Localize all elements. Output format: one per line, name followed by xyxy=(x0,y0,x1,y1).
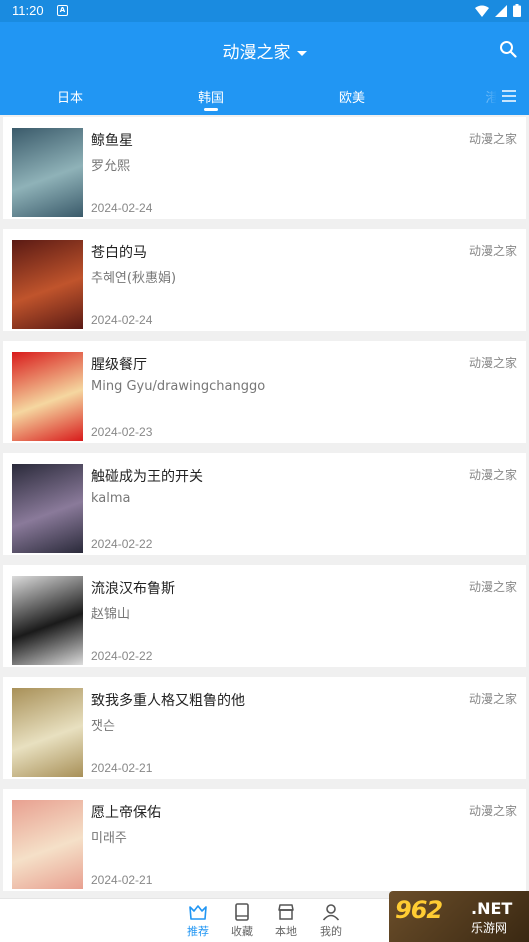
comic-author: 赵锦山 xyxy=(91,607,131,622)
source-selector[interactable]: 动漫之家 xyxy=(0,38,529,63)
comic-date: 2024-02-21 xyxy=(91,873,153,887)
watermark-sub: 乐游网 xyxy=(471,921,508,935)
wifi-icon xyxy=(475,5,489,17)
comic-title: 致我多重人格又粗鲁的他 xyxy=(91,693,245,709)
app-title: 动漫之家 xyxy=(222,43,291,63)
comic-item[interactable]: 腥级餐厅 Ming Gyu/drawingchanggo 2024-02-23 … xyxy=(3,341,526,443)
comic-cover xyxy=(12,128,83,217)
comic-cover xyxy=(12,352,83,441)
crown-icon xyxy=(189,905,207,920)
comic-author: kalma xyxy=(91,491,131,506)
tab-indicator xyxy=(204,108,218,111)
nav-recommend[interactable]: 推荐 xyxy=(176,902,220,939)
comic-title: 愿上帝保佑 xyxy=(91,805,161,821)
watermark: 962 .NET 乐游网 xyxy=(389,891,529,942)
person-icon xyxy=(322,904,340,921)
comic-item[interactable]: 流浪汉布鲁斯 赵锦山 2024-02-22 动漫之家 xyxy=(3,565,526,667)
comic-source: 动漫之家 xyxy=(468,692,517,706)
comic-source: 动漫之家 xyxy=(468,244,517,258)
nav-label: 本地 xyxy=(275,925,297,938)
comic-date: 2024-02-21 xyxy=(91,761,153,775)
comic-cover xyxy=(12,576,83,665)
comic-title: 腥级餐厅 xyxy=(91,357,147,373)
caret-down-icon xyxy=(296,50,307,56)
status-bar: 11:20 A xyxy=(0,0,529,22)
comic-author: 추혜연(秋惠娟) xyxy=(91,271,177,286)
comic-source: 动漫之家 xyxy=(468,132,517,146)
comic-item[interactable]: 苍白的马 추혜연(秋惠娟) 2024-02-24 动漫之家 xyxy=(3,229,526,331)
status-time: 11:20 xyxy=(12,3,44,18)
nav-local[interactable]: 本地 xyxy=(264,902,308,939)
comic-cover xyxy=(12,240,83,329)
category-tabs: 日本 韩国 欧美 港 xyxy=(0,82,529,115)
search-icon[interactable] xyxy=(499,40,517,58)
comic-cover xyxy=(12,688,83,777)
tab-europe-america[interactable]: 欧美 xyxy=(339,87,365,106)
book-icon xyxy=(235,903,249,921)
comic-title: 鲸鱼星 xyxy=(91,133,133,149)
watermark-logo: 962 xyxy=(395,896,443,924)
nav-label: 我的 xyxy=(320,925,342,938)
watermark-net: .NET xyxy=(471,899,513,918)
comic-source: 动漫之家 xyxy=(468,804,517,818)
nav-mine[interactable]: 我的 xyxy=(309,902,353,939)
comic-item[interactable]: 致我多重人格又粗鲁的他 잿슨 2024-02-21 动漫之家 xyxy=(3,677,526,779)
comic-source: 动漫之家 xyxy=(468,356,517,370)
comic-author: Ming Gyu/drawingchanggo xyxy=(91,379,266,394)
nav-favorites[interactable]: 收藏 xyxy=(220,902,264,939)
tab-fade xyxy=(470,82,529,115)
comic-author: 잿슨 xyxy=(91,719,115,734)
comic-item[interactable]: 愿上帝保佑 미래주 2024-02-21 动漫之家 xyxy=(3,789,526,891)
status-icons xyxy=(475,4,521,17)
comic-title: 触碰成为王的开关 xyxy=(91,469,203,485)
notification-icon: A xyxy=(57,5,68,16)
comic-date: 2024-02-23 xyxy=(91,425,153,439)
comic-cover xyxy=(12,800,83,889)
menu-icon[interactable] xyxy=(502,89,516,103)
battery-icon xyxy=(513,4,521,17)
comic-title: 流浪汉布鲁斯 xyxy=(91,581,175,597)
comic-title: 苍白的马 xyxy=(91,245,147,261)
comic-item[interactable]: 鲸鱼星 罗允熙 2024-02-24 动漫之家 xyxy=(3,117,526,219)
tab-korea[interactable]: 韩国 xyxy=(198,87,224,106)
comic-cover xyxy=(12,464,83,553)
comic-date: 2024-02-24 xyxy=(91,313,153,327)
tab-japan[interactable]: 日本 xyxy=(57,87,83,106)
comic-source: 动漫之家 xyxy=(468,580,517,594)
nav-label: 推荐 xyxy=(187,925,209,938)
app-bar: 动漫之家 日本 韩国 欧美 港 xyxy=(0,22,529,115)
comic-source: 动漫之家 xyxy=(468,468,517,482)
comic-item[interactable]: 触碰成为王的开关 kalma 2024-02-22 动漫之家 xyxy=(3,453,526,555)
nav-label: 收藏 xyxy=(231,925,253,938)
comic-author: 미래주 xyxy=(91,831,127,846)
comic-date: 2024-02-24 xyxy=(91,201,153,215)
signal-icon xyxy=(495,4,507,17)
store-icon xyxy=(278,904,294,920)
comic-author: 罗允熙 xyxy=(91,159,131,174)
comic-date: 2024-02-22 xyxy=(91,649,153,663)
comic-date: 2024-02-22 xyxy=(91,537,153,551)
